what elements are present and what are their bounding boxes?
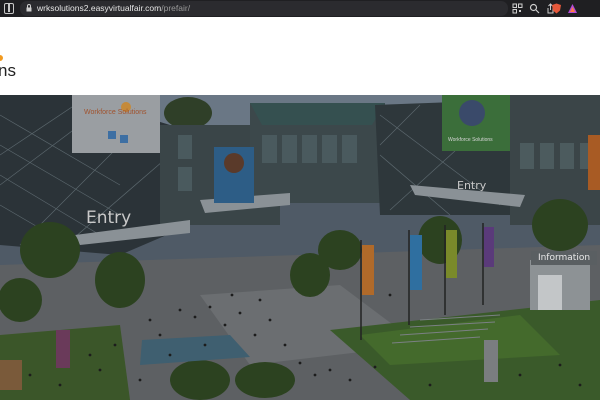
site-logo-fragment[interactable]: ns	[0, 61, 16, 81]
brave-shield-icon[interactable]	[551, 3, 562, 14]
brave-rewards-icon[interactable]	[567, 3, 578, 14]
banner-left-brand: Workforce Solutions	[84, 109, 147, 116]
url-path: /prefair/	[161, 3, 191, 13]
qr-code-icon[interactable]	[512, 3, 523, 14]
url-host: wrksolutions2.easyvirtualfair.com	[37, 3, 162, 13]
page-header: ns	[0, 17, 600, 95]
information-booth-sign[interactable]: Information	[531, 251, 597, 265]
lobby-illustration	[0, 95, 600, 400]
entry-sign-right[interactable]: Entry	[457, 179, 486, 192]
url-text[interactable]: wrksolutions2.easyvirtualfair.com/prefai…	[37, 2, 190, 14]
sidebar-toggle-icon[interactable]	[4, 3, 14, 14]
banner-right-brand: Workforce Solutions	[448, 137, 493, 143]
lock-icon	[26, 4, 32, 12]
browser-toolbar: wrksolutions2.easyvirtualfair.com/prefai…	[0, 0, 600, 17]
entry-sign-left[interactable]: Entry	[86, 208, 131, 228]
virtual-lobby-scene[interactable]: Workforce Solutions Workforce Solutions …	[0, 95, 600, 400]
zoom-icon[interactable]	[529, 3, 540, 14]
